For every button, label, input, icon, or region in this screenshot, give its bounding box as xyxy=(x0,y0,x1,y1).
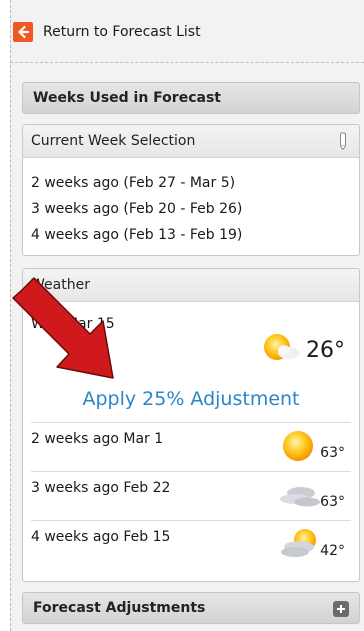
current-weather-date: Wed Mar 15 xyxy=(31,316,115,332)
partly-cloudy-icon xyxy=(281,529,316,557)
pencil-icon[interactable] xyxy=(339,132,347,150)
week-list: 2 weeks ago (Feb 27 - Mar 5) 3 weeks ago… xyxy=(23,158,359,248)
week-item[interactable]: 3 weeks ago (Feb 20 - Feb 26) xyxy=(31,196,359,222)
sun-icon xyxy=(283,431,313,461)
weather-title: Weather xyxy=(31,277,90,293)
weather-row-label: 3 weeks ago Feb 22 xyxy=(31,480,171,496)
current-week-header: Current Week Selection xyxy=(23,125,359,158)
weather-row: 3 weeks ago Feb 22 63° xyxy=(31,471,351,520)
weather-row-temp: 63° xyxy=(320,445,345,461)
forecast-adjustments-title: Forecast Adjustments xyxy=(33,600,206,616)
apply-adjustment-link[interactable]: Apply 25% Adjustment xyxy=(23,388,359,410)
weather-row-label: 2 weeks ago Mar 1 xyxy=(31,431,164,447)
divider xyxy=(10,62,364,63)
weeks-used-header: Weeks Used in Forecast xyxy=(22,82,360,114)
weather-row-temp: 42° xyxy=(320,543,345,559)
weather-row: 4 weeks ago Feb 15 42° xyxy=(31,520,351,569)
return-to-forecast-list-link[interactable]: Return to Forecast List xyxy=(13,20,201,44)
back-arrow-icon xyxy=(13,22,33,42)
return-label: Return to Forecast List xyxy=(43,24,201,40)
week-item[interactable]: 4 weeks ago (Feb 13 - Feb 19) xyxy=(31,222,359,248)
expand-plus-icon[interactable] xyxy=(333,601,349,617)
current-weather-temp: 26° xyxy=(306,338,345,363)
weather-panel: Weather Wed Mar 15 26° Apply 25% Adjustm… xyxy=(22,268,360,582)
current-week-panel: Current Week Selection 2 weeks ago (Feb … xyxy=(22,124,360,256)
weather-row-temp: 63° xyxy=(320,494,345,510)
weather-row-label: 4 weeks ago Feb 15 xyxy=(31,529,171,545)
forecast-adjustments-header[interactable]: Forecast Adjustments xyxy=(22,592,360,624)
current-weather: Wed Mar 15 26° Apply 25% Adjustment xyxy=(23,302,359,422)
sun-cloud-icon xyxy=(264,334,300,360)
weather-header: Weather xyxy=(23,269,359,302)
current-week-title: Current Week Selection xyxy=(31,133,196,149)
week-item[interactable]: 2 weeks ago (Feb 27 - Mar 5) xyxy=(31,170,359,196)
weeks-used-title: Weeks Used in Forecast xyxy=(33,90,221,106)
weather-row: 2 weeks ago Mar 1 63° xyxy=(31,422,351,471)
cloud-icon xyxy=(280,487,320,507)
